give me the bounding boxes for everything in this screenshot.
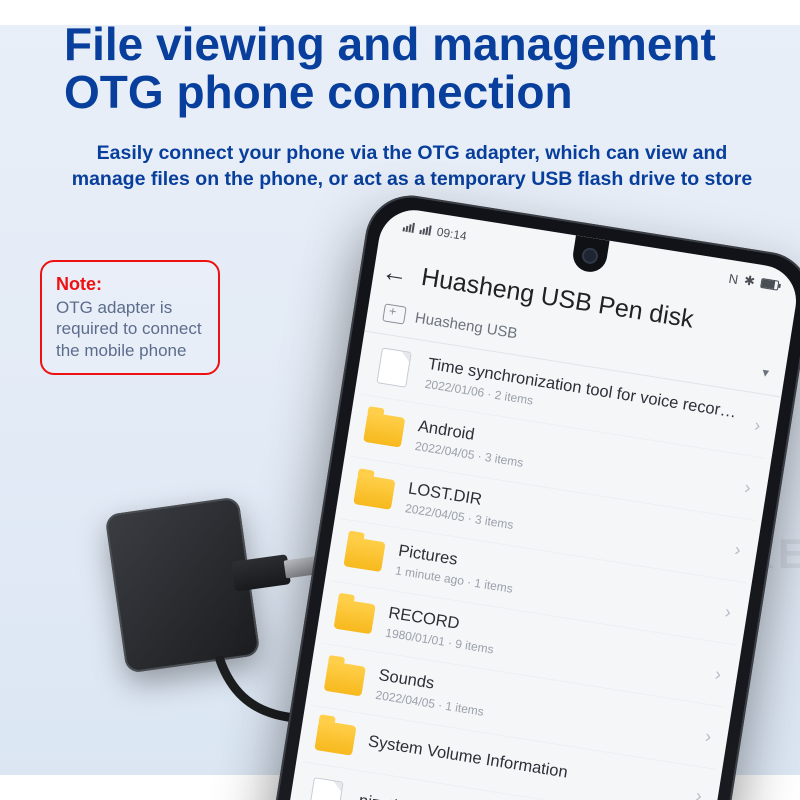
headline-line-1: File viewing and management bbox=[64, 18, 716, 70]
phone-mockup: 09:14 N ✱ ← Huasheng USB Pen disk Huashe… bbox=[265, 189, 800, 800]
file-icon bbox=[376, 347, 411, 387]
nfc-icon: N bbox=[728, 270, 740, 286]
headline-line-2: OTG phone connection bbox=[64, 66, 573, 118]
chevron-right-icon: › bbox=[743, 477, 752, 499]
chevron-right-icon: › bbox=[733, 539, 742, 561]
status-time: 09:14 bbox=[436, 225, 468, 244]
back-icon[interactable]: ← bbox=[380, 256, 411, 291]
folder-icon bbox=[353, 474, 395, 510]
file-icon bbox=[308, 777, 343, 800]
signal-icon bbox=[403, 221, 415, 233]
folder-icon bbox=[324, 661, 366, 697]
file-name: nization.exe bbox=[357, 792, 447, 800]
folder-icon bbox=[363, 412, 405, 448]
file-list[interactable]: Time synchronization tool for voice reco… bbox=[286, 331, 781, 800]
chevron-right-icon: › bbox=[723, 601, 732, 623]
bluetooth-icon: ✱ bbox=[743, 272, 756, 290]
marketing-headline: File viewing and management OTG phone co… bbox=[64, 20, 716, 117]
chevron-right-icon: › bbox=[753, 414, 762, 436]
note-label: Note: bbox=[56, 274, 204, 295]
note-body: OTG adapter is required to connect the m… bbox=[56, 298, 202, 360]
sd-card-icon bbox=[382, 303, 407, 324]
note-card: Note: OTG adapter is required to connect… bbox=[40, 260, 220, 375]
folder-icon bbox=[343, 536, 385, 572]
folder-icon bbox=[314, 720, 356, 756]
chevron-down-icon: ▾ bbox=[761, 364, 770, 381]
chevron-right-icon: › bbox=[704, 725, 713, 747]
battery-icon bbox=[760, 278, 779, 291]
otg-adapter-device bbox=[105, 496, 261, 673]
signal-icon bbox=[419, 224, 431, 236]
folder-icon bbox=[334, 599, 376, 635]
chevron-right-icon: › bbox=[714, 663, 723, 685]
chevron-right-icon: › bbox=[694, 785, 703, 800]
